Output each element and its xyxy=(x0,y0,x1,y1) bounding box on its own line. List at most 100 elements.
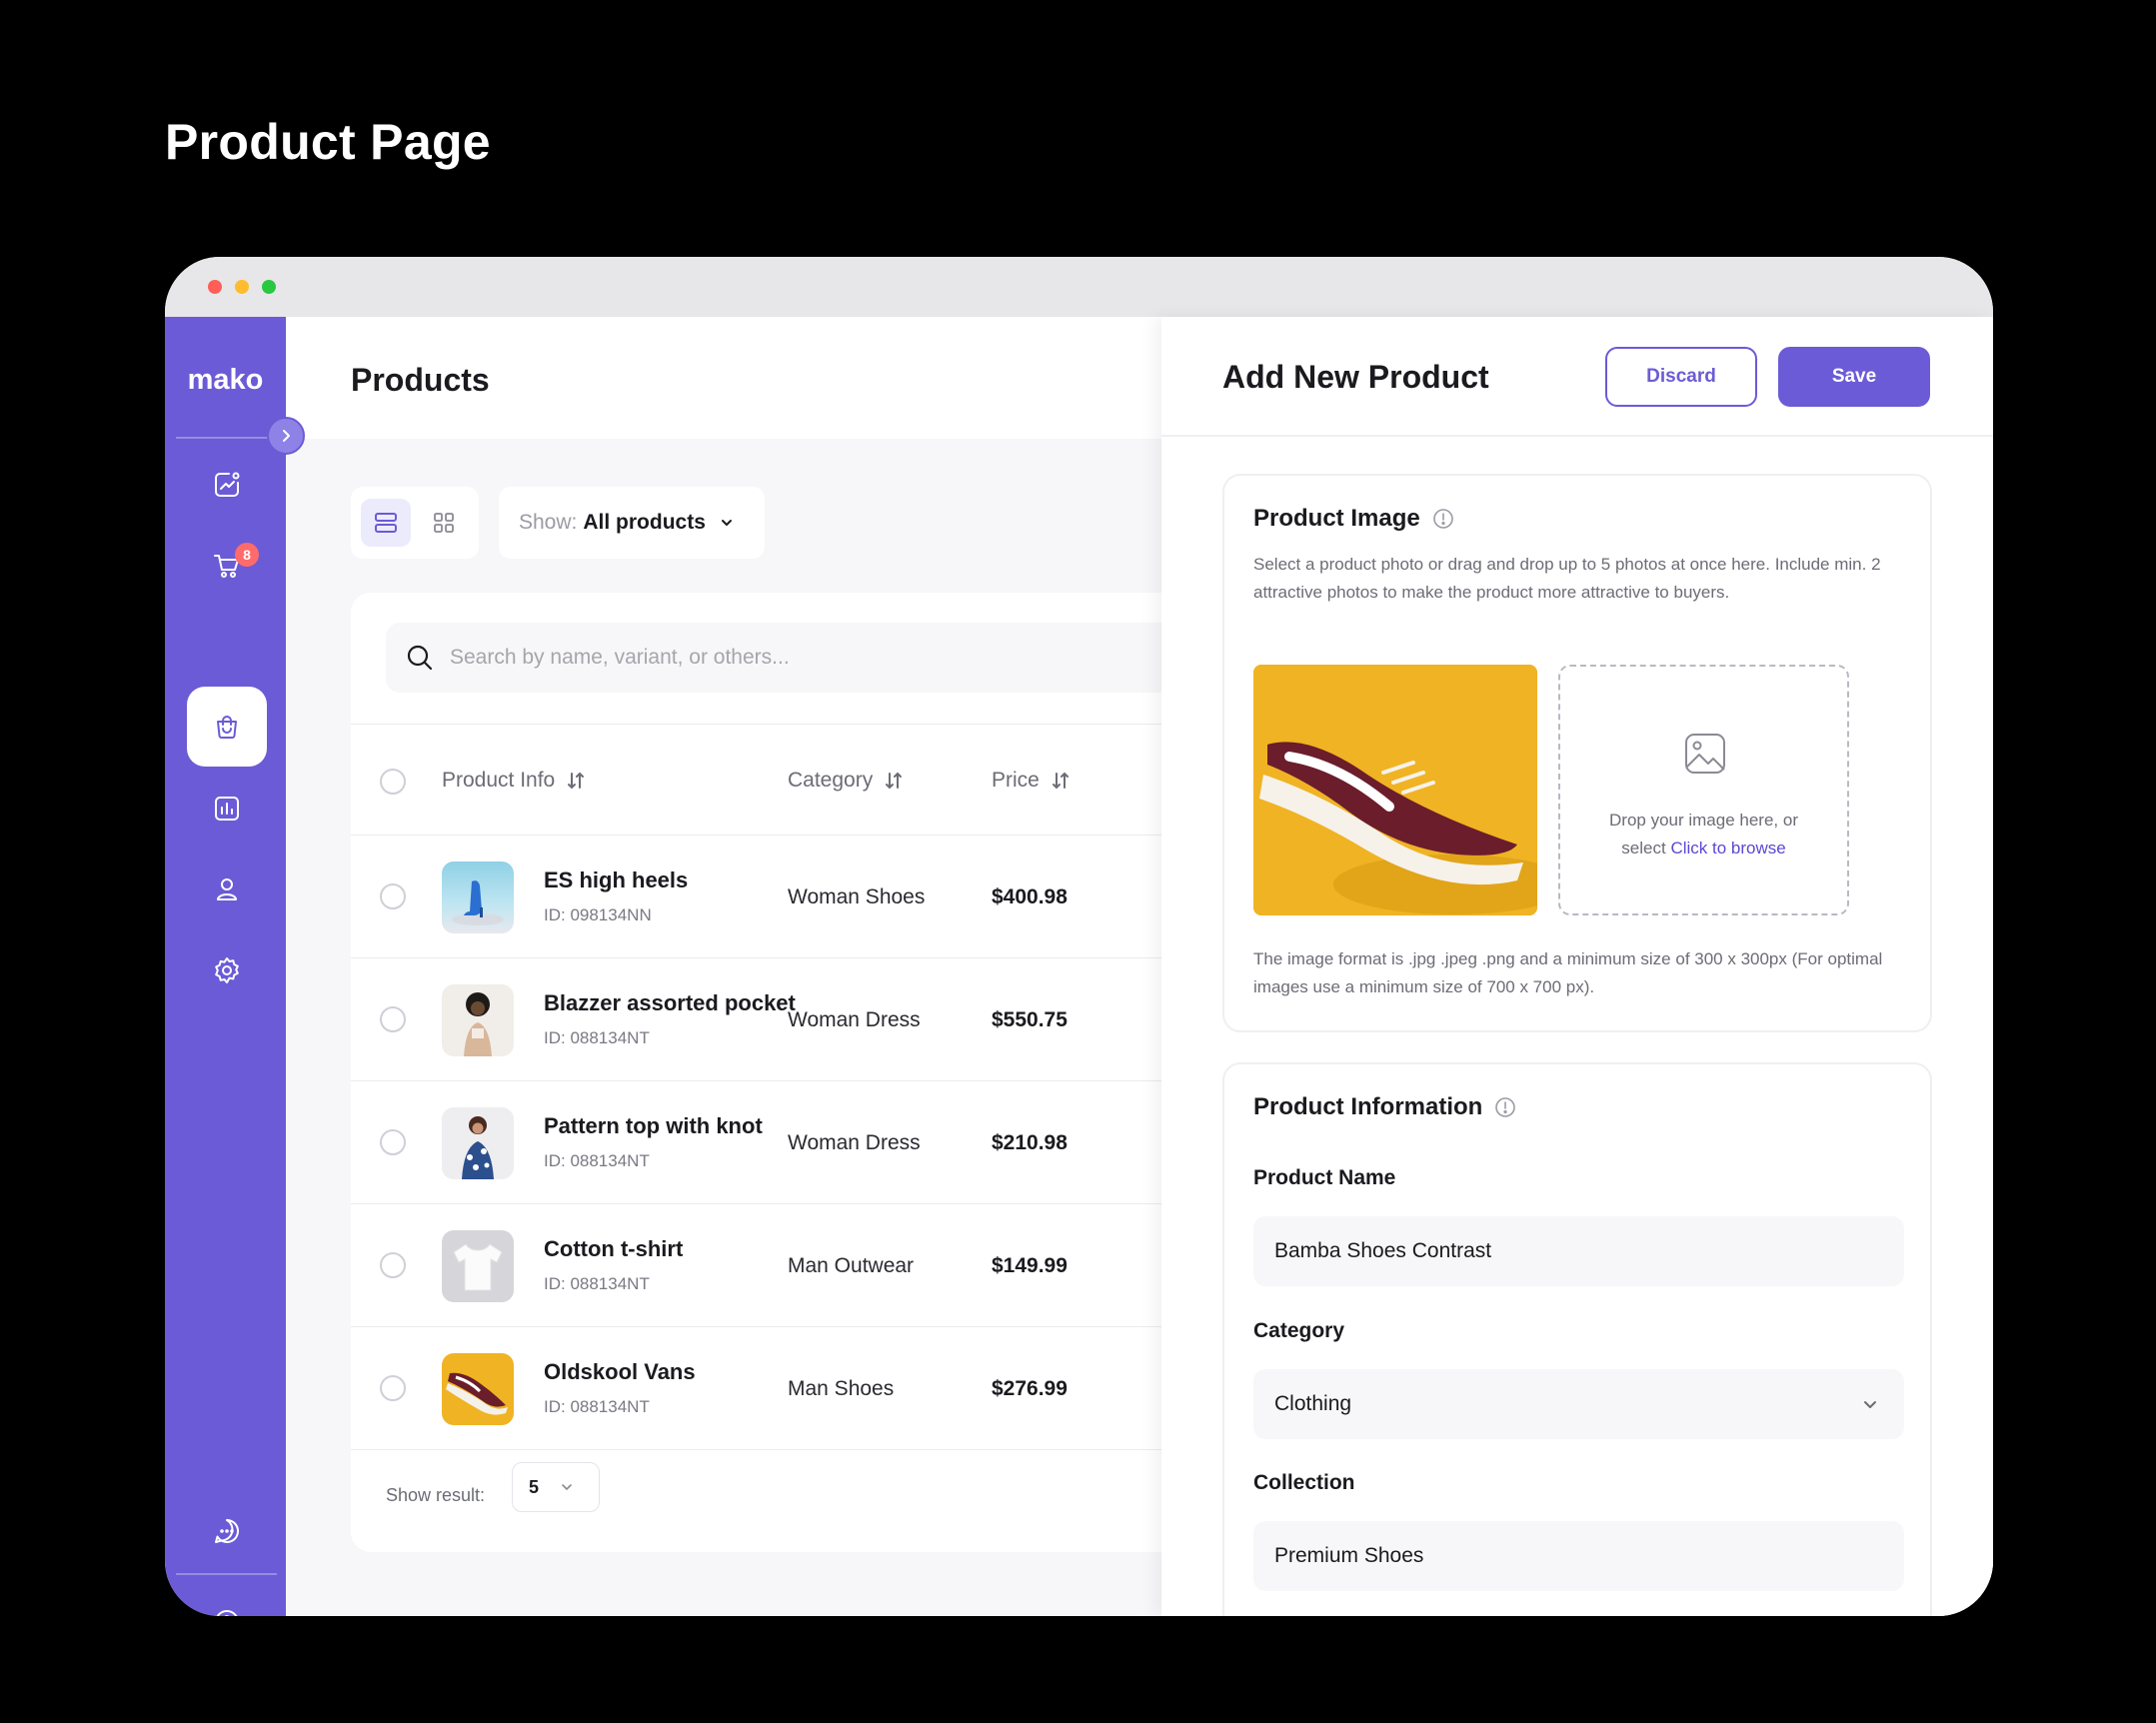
chevron-down-icon xyxy=(562,1484,572,1490)
search-placeholder: Search by name, variant, or others... xyxy=(450,646,790,669)
sidebar-item-reports[interactable] xyxy=(187,769,267,849)
product-name: Blazzer assorted pocket xyxy=(544,990,796,1015)
add-product-panel: Add New Product Discard Save Product Ima… xyxy=(1161,317,1993,1616)
sort-icon xyxy=(568,772,585,790)
column-label: Product Info xyxy=(442,769,556,792)
product-thumbnail xyxy=(442,1230,514,1302)
chevron-down-icon xyxy=(721,520,732,526)
info-icon[interactable] xyxy=(1432,508,1454,530)
sidebar-item-messages[interactable] xyxy=(187,1491,267,1571)
product-image-section: Product Image Select a product photo or … xyxy=(1222,474,1932,1032)
close-window-dot[interactable] xyxy=(208,280,222,294)
sidebar-item-orders[interactable]: 8 xyxy=(187,526,267,606)
sort-icon xyxy=(886,772,903,790)
app-window: mako 8 Products Show: All products Searc… xyxy=(165,257,1993,1616)
analytics-icon xyxy=(215,472,240,497)
image-description: Select a product photo or drag and drop … xyxy=(1253,555,1881,602)
sidebar-collapse-button[interactable] xyxy=(267,417,305,455)
list-view-button[interactable] xyxy=(361,499,411,547)
sidebar-item-analytics[interactable] xyxy=(187,445,267,525)
dropzone-line-1: Drop your image here, or xyxy=(1609,811,1798,830)
column-header-price[interactable]: Price xyxy=(992,769,1070,793)
product-price: $149.99 xyxy=(992,1254,1068,1277)
product-name-field[interactable]: Bamba Shoes Contrast xyxy=(1253,1216,1904,1286)
product-thumbnail xyxy=(442,1353,514,1425)
product-name-label: Product Name xyxy=(1253,1166,1396,1189)
product-category: Man Shoes xyxy=(788,1377,895,1400)
row-select-radio[interactable] xyxy=(380,1129,406,1155)
view-toggle xyxy=(351,487,479,559)
window-titlebar xyxy=(165,257,1993,317)
show-filter-value: All products xyxy=(583,511,706,534)
show-result-dropdown[interactable]: 5 xyxy=(512,1462,600,1512)
grid-view-icon xyxy=(434,513,454,533)
product-category: Woman Dress xyxy=(788,1131,921,1154)
product-name-value: Bamba Shoes Contrast xyxy=(1274,1239,1492,1262)
sneaker-photo xyxy=(1253,665,1537,915)
row-select-radio[interactable] xyxy=(380,1375,406,1401)
section-title: Product Information xyxy=(1253,1093,1516,1121)
select-all-radio[interactable] xyxy=(380,769,406,795)
vans-shoe-image xyxy=(446,1372,508,1415)
product-id: ID: 088134NT xyxy=(544,1151,650,1170)
column-header-category[interactable]: Category xyxy=(788,769,903,793)
row-select-radio[interactable] xyxy=(380,1252,406,1278)
cart-count-badge: 8 xyxy=(235,543,259,567)
dropzone-line-2: select xyxy=(1621,839,1666,858)
category-value: Clothing xyxy=(1274,1392,1352,1415)
show-filter-dropdown[interactable]: Show: All products xyxy=(499,487,765,559)
product-price: $550.75 xyxy=(992,1008,1068,1031)
panel-header: Add New Product Discard Save xyxy=(1161,317,1993,437)
save-button[interactable]: Save xyxy=(1778,347,1930,407)
chart-icon xyxy=(215,797,239,821)
row-select-radio[interactable] xyxy=(380,1006,406,1032)
search-icon xyxy=(407,645,433,671)
user-icon xyxy=(217,878,237,900)
product-price: $400.98 xyxy=(992,885,1068,908)
page-heading: Product Page xyxy=(165,114,491,170)
info-icon[interactable] xyxy=(1494,1096,1516,1118)
category-label: Category xyxy=(1253,1319,1345,1342)
browse-link[interactable]: Click to browse xyxy=(1670,839,1785,858)
shopping-bag-icon xyxy=(217,716,237,739)
row-select-radio[interactable] xyxy=(380,883,406,909)
product-id: ID: 088134NT xyxy=(544,1028,650,1047)
show-result-label: Show result: xyxy=(386,1485,486,1505)
product-name: Pattern top with knot xyxy=(544,1113,763,1138)
category-select[interactable]: Clothing xyxy=(1253,1369,1904,1439)
list-view-icon xyxy=(375,513,397,533)
sidebar-item-help[interactable] xyxy=(187,1582,267,1616)
minimize-window-dot[interactable] xyxy=(235,280,249,294)
sidebar-item-customers[interactable] xyxy=(187,850,267,929)
maximize-window-dot[interactable] xyxy=(262,280,276,294)
page-title: Products xyxy=(351,362,490,398)
collection-field[interactable]: Premium Shoes xyxy=(1253,1521,1904,1591)
discard-button[interactable]: Discard xyxy=(1605,347,1757,407)
panel-title: Add New Product xyxy=(1222,359,1489,395)
chat-icon xyxy=(215,1518,239,1543)
product-id: ID: 088134NT xyxy=(544,1274,650,1293)
uploaded-product-photo[interactable] xyxy=(1253,665,1537,915)
product-price: $210.98 xyxy=(992,1131,1068,1154)
column-label: Category xyxy=(788,769,874,792)
section-title: Product Image xyxy=(1253,505,1454,533)
product-thumbnail xyxy=(442,984,514,1056)
sidebar-divider-bottom xyxy=(176,1573,277,1575)
sidebar-item-products[interactable] xyxy=(187,687,267,767)
chevron-down-icon xyxy=(1864,1401,1876,1408)
product-information-section: Product Information Product Name Bamba S… xyxy=(1222,1062,1932,1616)
grid-view-button[interactable] xyxy=(419,499,469,547)
pattern-top-model-image xyxy=(462,1116,494,1179)
column-header-product-info[interactable]: Product Info xyxy=(442,769,585,793)
section-title-text: Product Information xyxy=(1253,1093,1483,1120)
sidebar: mako 8 xyxy=(165,317,305,1616)
product-thumbnail xyxy=(442,862,514,933)
gear-icon xyxy=(215,957,239,983)
image-dropzone[interactable]: Drop your image here, or select Click to… xyxy=(1558,665,1849,915)
show-filter-label: Show: xyxy=(519,511,578,534)
sidebar-item-settings[interactable] xyxy=(187,930,267,1010)
product-id: ID: 088134NT xyxy=(544,1397,650,1416)
product-category: Man Outwear xyxy=(788,1254,915,1277)
dropzone-text: Drop your image here, or select Click to… xyxy=(1560,807,1847,862)
sort-icon xyxy=(1052,772,1069,790)
